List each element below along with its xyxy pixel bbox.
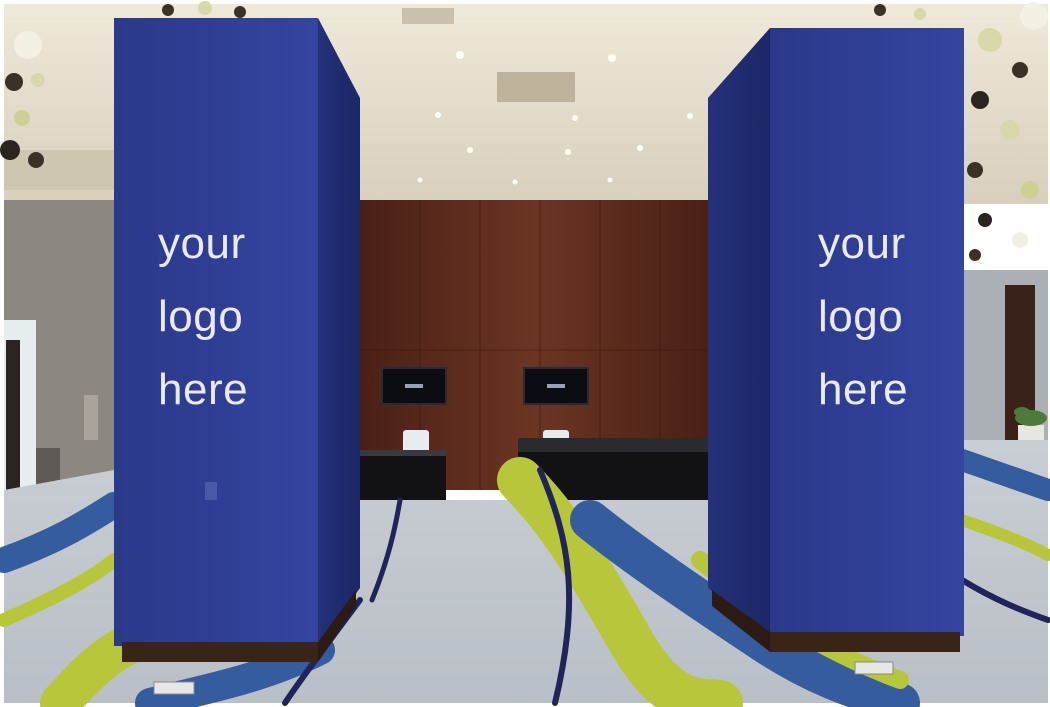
ceiling-vent	[497, 72, 575, 102]
wall-panel	[84, 395, 98, 440]
pillar-right-logo-placeholder: your logo here	[818, 219, 909, 414]
reception-desk-left-top	[360, 450, 446, 456]
pillar-right-side	[708, 28, 770, 636]
monitor-logo	[405, 384, 423, 388]
pillar-left-side	[318, 18, 360, 646]
floor-vent	[854, 661, 894, 675]
floor-vent	[153, 681, 195, 695]
left-ceiling-strip	[4, 150, 114, 190]
pillar-left-logo-placeholder: your logo here	[158, 219, 249, 414]
pillar-left-base	[122, 642, 318, 662]
reception-desk-right-top	[518, 438, 708, 452]
left-doorway-dark	[6, 340, 20, 500]
ceiling-vent	[402, 8, 454, 24]
light-switch	[205, 482, 217, 500]
pillar-right-base	[770, 632, 960, 652]
monitor-logo	[547, 384, 565, 388]
